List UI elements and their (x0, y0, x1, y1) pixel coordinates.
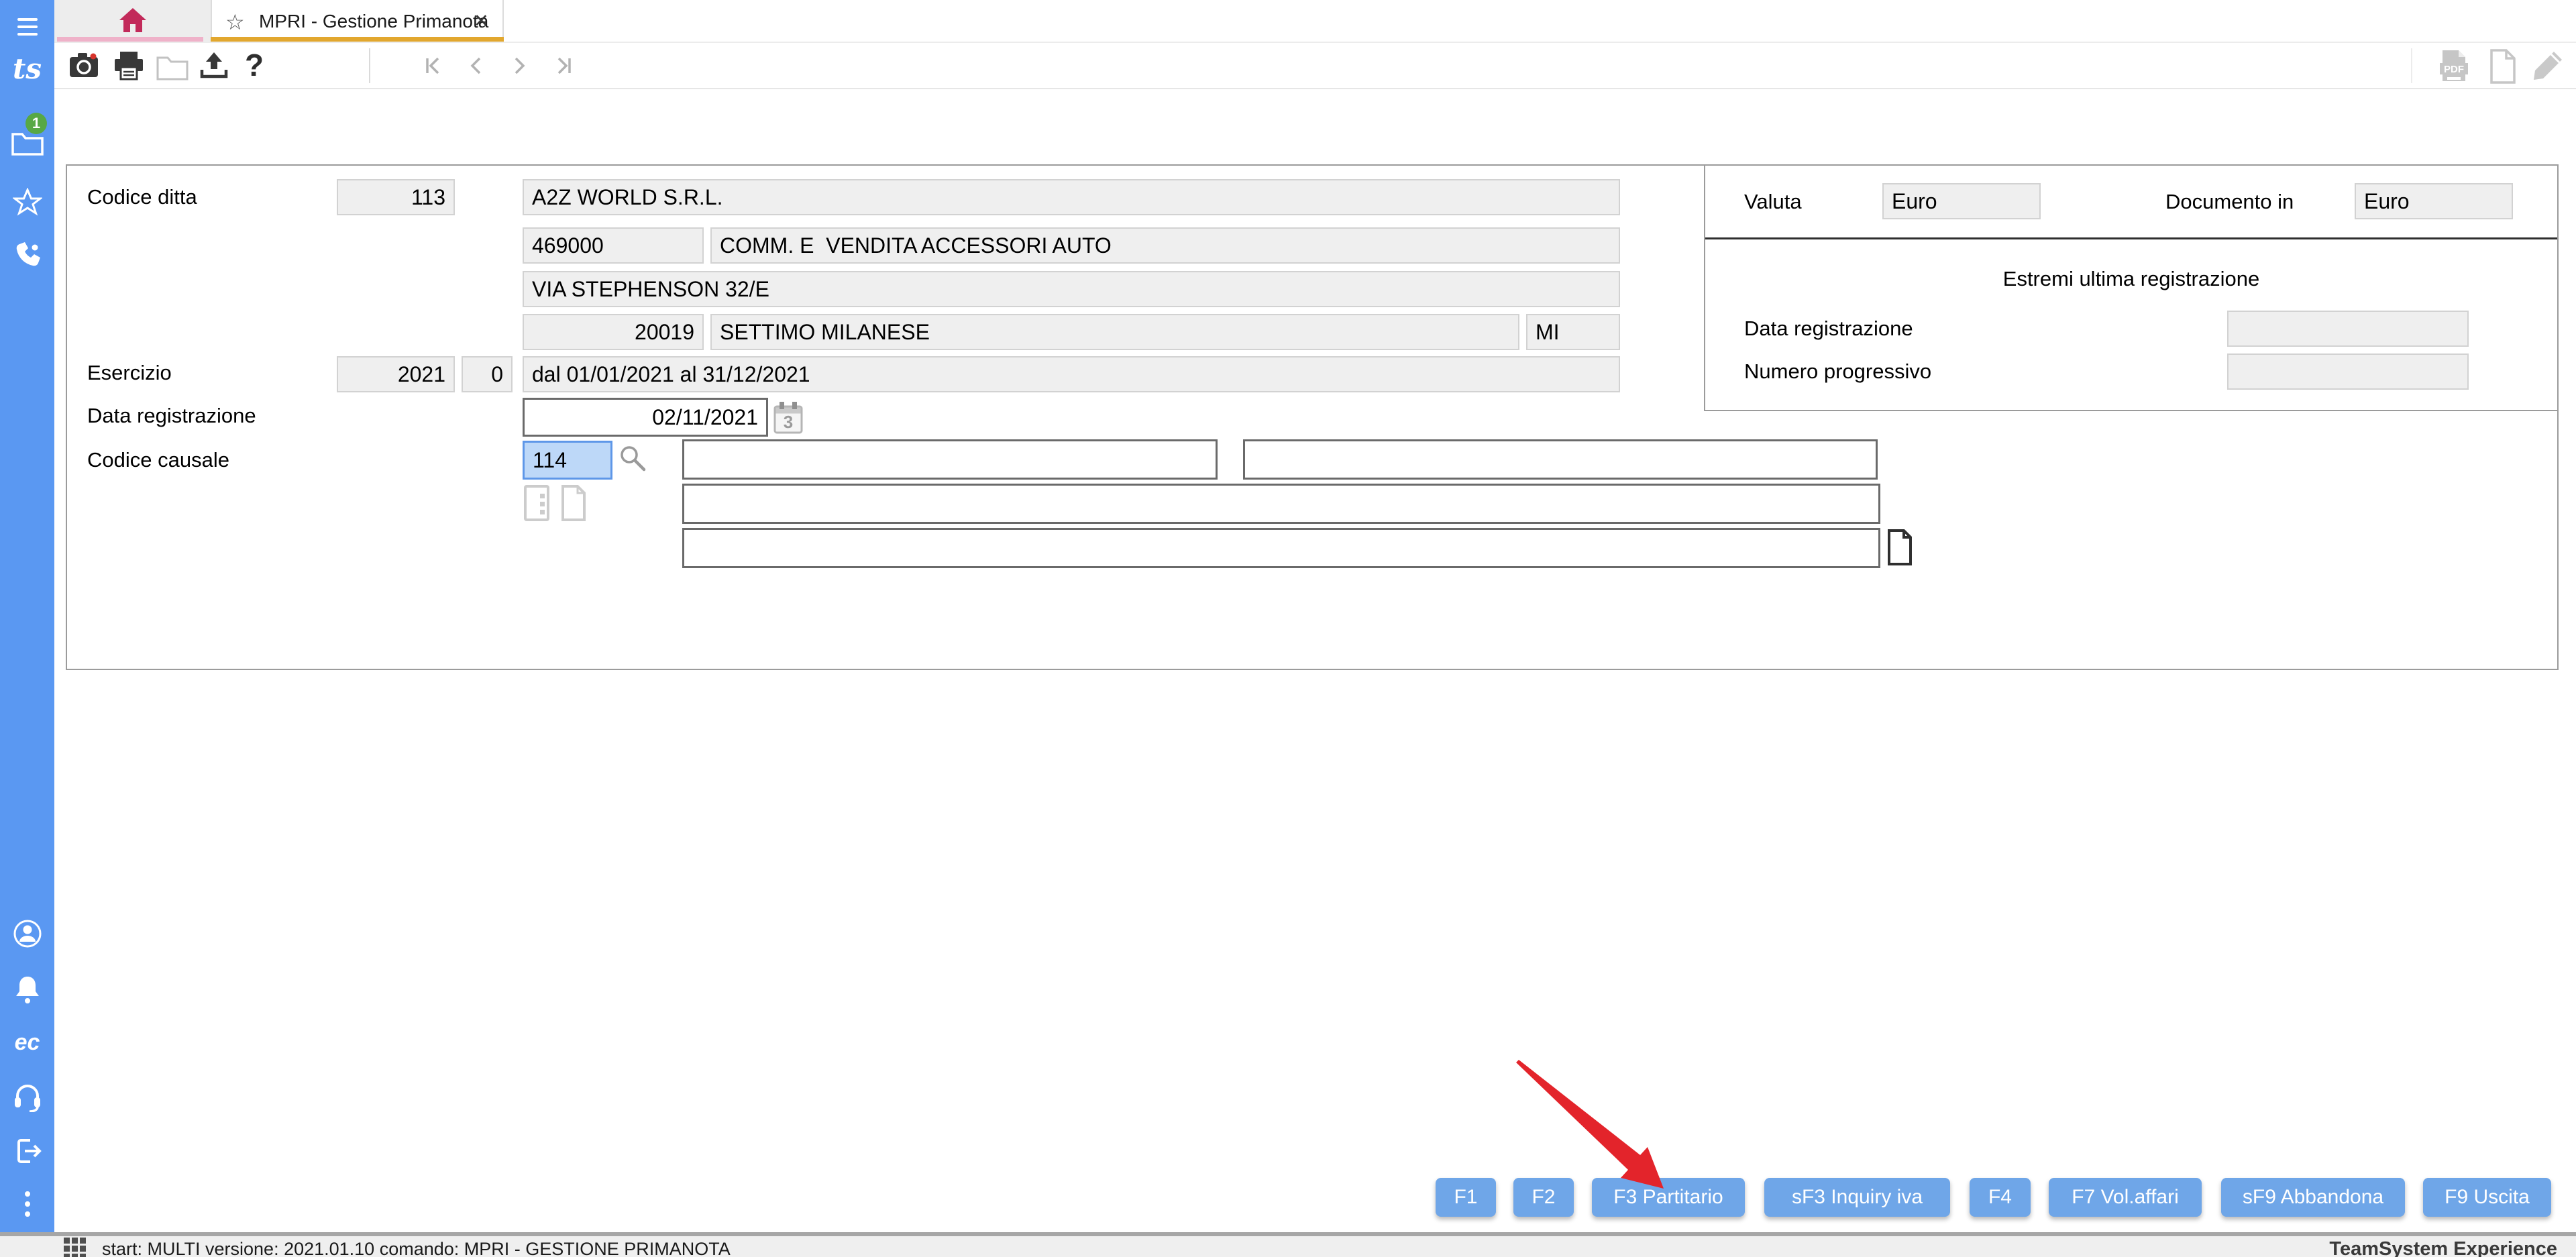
esercizio-periodo-field: dal 01/01/2021 al 31/12/2021 (523, 356, 1620, 392)
status-bar: start: MULTI versione: 2021.01.10 comand… (0, 1232, 2576, 1257)
support-headset-icon[interactable] (0, 1081, 54, 1112)
notifications-bell-icon[interactable] (0, 974, 54, 1005)
search-magnifier-icon[interactable] (619, 444, 649, 478)
causale-descrizione-input[interactable] (682, 439, 1218, 480)
ragione-sociale-field: A2Z WORLD S.R.L. (523, 179, 1620, 215)
nav-previous-icon[interactable] (466, 55, 486, 80)
logout-icon[interactable] (0, 1136, 54, 1166)
esercizio-label: Esercizio (87, 361, 172, 385)
teamsystem-logo: ts (0, 51, 54, 86)
tab-favorite-star-icon[interactable]: ☆ (225, 9, 245, 35)
valuta-label: Valuta (1744, 190, 1802, 214)
documents-folder-icon[interactable] (0, 127, 54, 157)
svg-text:3: 3 (784, 412, 793, 432)
notification-badge: 1 (25, 113, 47, 134)
data-registrazione-label: Data registrazione (87, 404, 256, 428)
home-tab[interactable] (54, 0, 211, 42)
esercizio-tipo-field: 0 (462, 356, 513, 392)
causale-descrizione-2-input[interactable] (1243, 439, 1878, 480)
valuta-panel-divider (1705, 237, 2557, 239)
f4-button[interactable]: F4 (1970, 1178, 2031, 1217)
comune-field: SETTIMO MILANESE (710, 314, 1519, 350)
help-icon[interactable]: ? (245, 47, 264, 83)
cap-field: 20019 (523, 314, 704, 350)
export-pdf-icon[interactable]: PDF (2437, 49, 2471, 86)
attach-document-icon[interactable] (1886, 529, 1913, 569)
toolbar-divider (369, 48, 370, 83)
note-form-icon (524, 485, 549, 525)
valuta-field: Euro (1882, 183, 2041, 219)
estremi-title: Estremi ultima registrazione (1704, 267, 2559, 291)
active-tab-underline (211, 37, 504, 42)
documento-in-label: Documento in (2165, 190, 2294, 214)
ec-logo-icon[interactable]: ec (0, 1027, 54, 1058)
app-grid-icon[interactable] (64, 1238, 86, 1257)
phone-contact-icon[interactable] (0, 240, 54, 270)
data-registrazione-input[interactable]: 02/11/2021 (523, 398, 768, 437)
f3-partitario-button[interactable]: F3 Partitario (1592, 1178, 1745, 1217)
print-icon[interactable] (113, 51, 144, 84)
nav-first-icon[interactable] (422, 55, 445, 80)
f9-uscita-button[interactable]: F9 Uscita (2423, 1178, 2551, 1217)
hamburger-menu-icon[interactable] (0, 12, 54, 42)
brand-text: TeamSystem Experience (2329, 1238, 2557, 1257)
nav-next-icon[interactable] (509, 55, 529, 80)
f2-button[interactable]: F2 (1513, 1178, 1574, 1217)
estremi-data-label: Data registrazione (1744, 317, 1913, 341)
new-document-icon[interactable] (2487, 49, 2517, 87)
documento-in-field: Euro (2355, 183, 2513, 219)
annotazioni-2-input[interactable] (682, 528, 1880, 568)
edit-pencil-icon[interactable] (2530, 49, 2565, 87)
codice-ditta-label: Codice ditta (87, 185, 197, 209)
tab-close-icon[interactable]: ✕ (474, 11, 489, 32)
more-options-icon[interactable] (0, 1189, 54, 1220)
account-icon[interactable] (0, 918, 54, 949)
svg-text:PDF: PDF (2444, 64, 2464, 75)
indirizzo-field: VIA STEPHENSON 32/E (523, 271, 1620, 307)
tab-bar: ☆ MPRI - Gestione Primanota ✕ (54, 0, 2576, 43)
blank-note-icon (561, 485, 586, 525)
status-text: start: MULTI versione: 2021.01.10 comand… (102, 1239, 731, 1257)
f7-vol-affari-button[interactable]: F7 Vol.affari (2049, 1178, 2202, 1217)
sf9-abbandona-button[interactable]: sF9 Abbandona (2221, 1178, 2405, 1217)
upload-export-icon[interactable] (199, 51, 229, 83)
home-tab-underline (57, 37, 203, 42)
sidebar: ts 1 ec (0, 0, 54, 1232)
home-icon (118, 7, 148, 34)
sf3-inquiry-iva-button[interactable]: sF3 Inquiry iva (1764, 1178, 1950, 1217)
estremi-numero-field (2227, 353, 2469, 390)
tab-mpri-gestione-primanota[interactable]: ☆ MPRI - Gestione Primanota ✕ (211, 0, 504, 42)
app-window: ts 1 ec (0, 0, 2576, 1257)
toolbar-right-divider (2411, 48, 2412, 83)
codice-ditta-field: 113 (337, 179, 455, 215)
favorites-star-icon[interactable] (0, 187, 54, 217)
open-folder-icon[interactable] (156, 54, 189, 84)
esercizio-anno-field: 2021 (337, 356, 455, 392)
estremi-numero-label: Numero progressivo (1744, 360, 1931, 384)
annotazioni-input[interactable] (682, 484, 1880, 524)
f1-button[interactable]: F1 (1436, 1178, 1496, 1217)
screenshot-camera-icon[interactable] (69, 51, 100, 83)
attivita-descrizione-field: COMM. E VENDITA ACCESSORI AUTO (710, 227, 1620, 264)
provincia-field: MI (1526, 314, 1620, 350)
estremi-data-field (2227, 311, 2469, 347)
tab-title: MPRI - Gestione Primanota (259, 11, 488, 32)
calendar-icon[interactable]: 3 (773, 400, 804, 439)
attivita-codice-field: 469000 (523, 227, 704, 264)
codice-causale-label: Codice causale (87, 448, 229, 472)
codice-causale-input[interactable]: 114 (523, 441, 612, 480)
toolbar: ? PDF (54, 43, 2576, 89)
nav-last-icon[interactable] (552, 55, 575, 80)
